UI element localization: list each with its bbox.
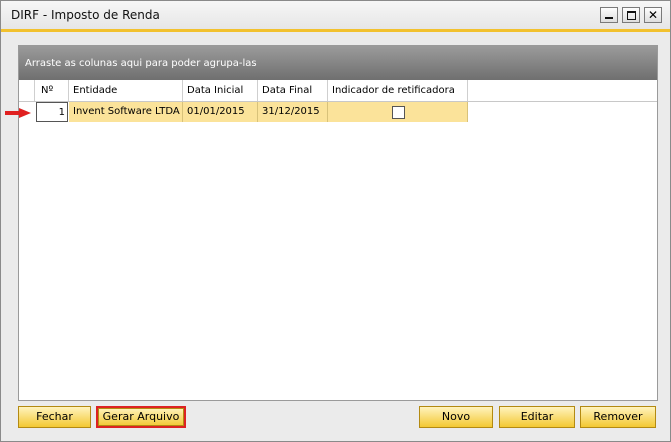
data-inicial-cell[interactable]: 01/01/2015 <box>183 102 258 122</box>
column-header-indicador-retificadora[interactable]: Indicador de retificadora <box>328 80 468 101</box>
dirf-grid: Arraste as colunas aqui para poder agrup… <box>18 45 658 401</box>
grid-header-row: Nº Entidade Data Inicial Data Final Indi… <box>19 80 657 102</box>
maximize-icon <box>627 11 636 20</box>
row-selector-header <box>19 80 35 101</box>
window-title: DIRF - Imposto de Renda <box>11 8 160 22</box>
column-header-data-inicial[interactable]: Data Inicial <box>183 80 258 101</box>
column-header-entidade[interactable]: Entidade <box>69 80 183 101</box>
title-accent-bar <box>1 29 670 32</box>
group-by-area[interactable]: Arraste as colunas aqui para poder agrup… <box>19 46 657 80</box>
novo-button[interactable]: Novo <box>419 406 493 428</box>
editar-button[interactable]: Editar <box>499 406 575 428</box>
entidade-cell[interactable]: Invent Software LTDA <box>69 102 183 122</box>
column-header-numero[interactable]: Nº <box>35 80 69 101</box>
close-icon: ✕ <box>647 8 659 22</box>
group-by-hint: Arraste as colunas aqui para poder agrup… <box>25 58 257 69</box>
current-row-arrow-icon <box>5 108 31 118</box>
title-bar[interactable]: DIRF - Imposto de Renda ✕ <box>1 1 670 29</box>
retificadora-checkbox[interactable] <box>392 106 405 119</box>
gerar-arquivo-button[interactable]: Gerar Arquivo <box>96 406 186 428</box>
remover-button[interactable]: Remover <box>580 406 656 428</box>
retificadora-cell[interactable] <box>328 102 468 122</box>
fechar-button[interactable]: Fechar <box>18 406 91 428</box>
minimize-icon <box>605 17 613 19</box>
close-button[interactable]: ✕ <box>644 7 662 23</box>
column-header-data-final[interactable]: Data Final <box>258 80 328 101</box>
minimize-button[interactable] <box>600 7 618 23</box>
table-row[interactable]: 1 Invent Software LTDA 01/01/2015 31/12/… <box>19 102 657 122</box>
row-number-cell[interactable]: 1 <box>36 102 68 122</box>
dirf-window: DIRF - Imposto de Renda ✕ Arraste as col… <box>0 0 671 442</box>
maximize-button[interactable] <box>622 7 640 23</box>
data-final-cell[interactable]: 31/12/2015 <box>258 102 328 122</box>
